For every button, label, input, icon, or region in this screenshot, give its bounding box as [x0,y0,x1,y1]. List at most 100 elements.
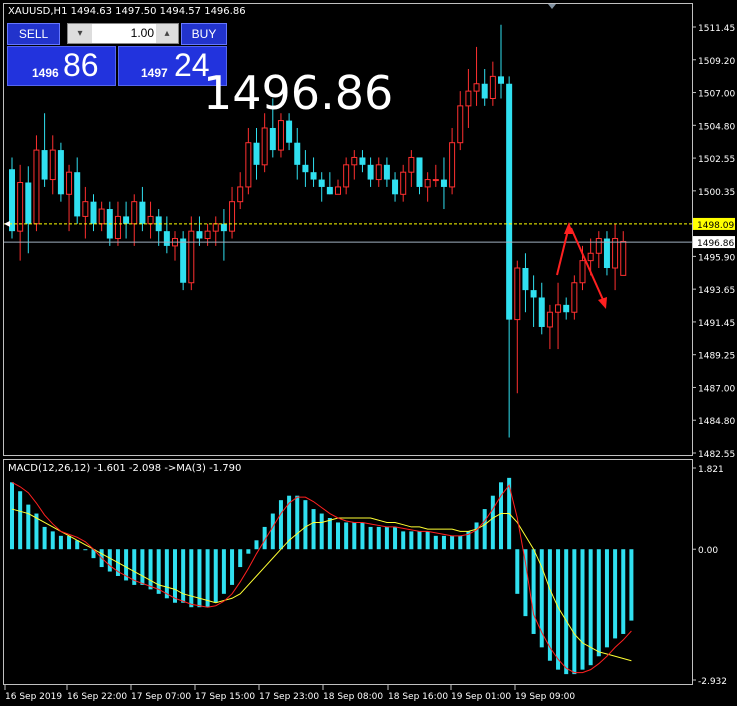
macd-bar [10,482,14,550]
macd-bar [50,531,55,550]
macd-bar [490,495,495,550]
macd-bar [344,522,349,550]
macd-bar [221,549,226,594]
candle-bull [204,230,211,240]
candle-bull [245,142,252,188]
candle-bull [82,201,89,217]
macd-bar [67,535,72,550]
time-tick-label: 19 Sep 01:00 [451,692,511,702]
time-tick-label: 18 Sep 16:00 [388,692,448,702]
macd-bar [42,526,47,550]
lot-decrease-icon[interactable]: ▾ [68,24,92,43]
sell-price-pips: 86 [63,47,99,83]
candle-bull [66,171,73,195]
sell-button[interactable]: SELL [7,23,60,45]
price-tick-label: 1491.45 [698,319,735,329]
candle-bull [188,230,195,284]
price-tick-label: 1511.45 [698,24,735,34]
macd-bar [189,549,194,608]
macd-bar [311,509,316,550]
macd-bar [107,549,112,572]
macd-bar [270,513,275,550]
time-tick-label: 17 Sep 15:00 [195,692,255,702]
candle-bull [261,127,268,166]
candle-bull [131,201,138,225]
macd-bar [515,549,520,594]
macd-bar [230,549,235,585]
macd-bar [246,549,251,554]
macd-tick-label: 0.00 [698,546,718,556]
macd-bar [140,549,145,585]
candle-bull [449,142,456,188]
candle-bear [196,231,203,239]
macd-bar [148,549,153,590]
macd-bar [417,531,422,550]
macd-bar [499,482,503,550]
macd-bar [254,540,259,550]
lot-size-value: 1.00 [130,26,154,40]
candle-bear [530,290,537,298]
candle-bull [114,215,121,240]
macd-bar [604,549,609,648]
macd-bar [295,495,300,550]
time-tick-label: 17 Sep 07:00 [131,692,191,702]
price-tick-label: 1495.90 [698,253,735,263]
lot-increase-icon[interactable]: ▴ [156,24,178,43]
candle-bull [212,223,219,232]
candle-bear [563,304,570,313]
candle-bull [33,149,40,225]
macd-bar [58,535,63,550]
candle-bull [237,186,244,203]
price-tick-label: 1504.80 [698,122,735,132]
price-tick-label: 1500.35 [698,188,735,198]
macd-bar [531,549,536,634]
macd-bar [629,549,634,621]
macd-header: MACD(12,26,12) -1.601 -2.098 ->MA(3) -1.… [8,463,241,474]
candle-bull [351,156,358,166]
candle-bull [546,311,553,328]
candle-bear [302,164,309,173]
ask-label: 1498.09 [697,221,734,231]
time-tick-label: 17 Sep 23:00 [259,692,319,702]
time-tick-label: 18 Sep 08:00 [323,692,383,702]
chart-header: XAUUSD,H1 1494.63 1497.50 1494.57 1496.8… [8,6,246,17]
candle-bear [506,83,513,320]
candle-bull [277,120,284,151]
candle-bull [489,75,496,99]
macd-bar [83,549,88,551]
candle-bear [220,223,227,232]
candle-bull [465,90,472,107]
macd-bar [433,535,438,550]
candle-bear [416,157,423,187]
macd-bar [164,549,169,599]
candle-bear [440,179,447,187]
macd-bar [376,526,381,550]
macd-bar [482,509,487,550]
candle-bull [147,215,154,225]
macd-tick-label: -2.932 [698,677,727,687]
candle-bear [90,201,97,224]
buy-button[interactable]: BUY [181,23,227,45]
macd-bar [205,549,210,608]
candle-bull [555,304,562,313]
price-tick-label: 1507.00 [698,90,735,100]
candle-bear [41,150,48,180]
sell-price-box[interactable]: 1496 86 [7,46,116,86]
macd-bar [393,526,398,550]
candle-bear [538,297,545,327]
macd-bar [173,549,177,603]
current-price-display: 1496.86 [203,66,394,120]
buy-price-prefix: 1497 [141,66,168,80]
macd-bar [156,549,161,594]
candle-bull [571,282,578,313]
macd-bar [441,535,446,550]
macd-bar [352,522,357,550]
macd-bar [278,500,283,550]
candle-bear [294,142,301,165]
candle-bear [326,186,333,195]
candle-bear [481,83,488,99]
price-tick-label: 1482.55 [698,450,735,460]
lot-size-field[interactable]: ▾ 1.00 ▴ [67,23,179,44]
macd-bar [75,540,80,550]
macd-bar [360,522,365,550]
